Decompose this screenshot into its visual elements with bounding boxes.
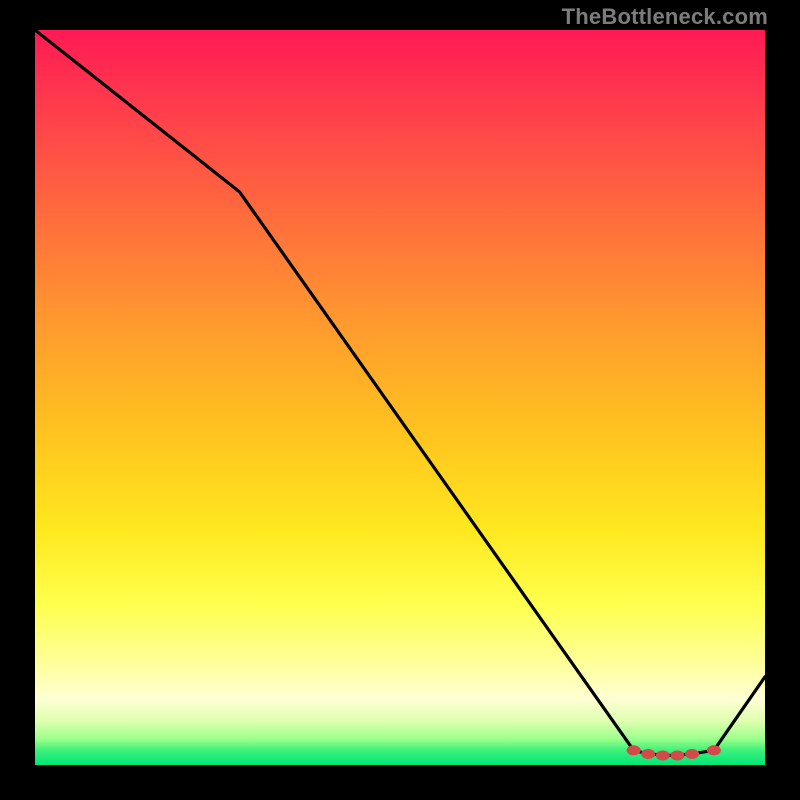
curve-layer (35, 30, 765, 765)
trough-marker (685, 749, 699, 759)
trough-marker (656, 750, 670, 760)
trough-marker (670, 750, 684, 760)
trough-marker (627, 745, 641, 755)
trough-marker (641, 749, 655, 759)
chart-frame: TheBottleneck.com (0, 0, 800, 800)
series-curve (35, 30, 765, 755)
trough-markers (627, 745, 721, 760)
attribution-label: TheBottleneck.com (562, 4, 768, 30)
plot-area (35, 30, 765, 765)
trough-marker (707, 745, 721, 755)
